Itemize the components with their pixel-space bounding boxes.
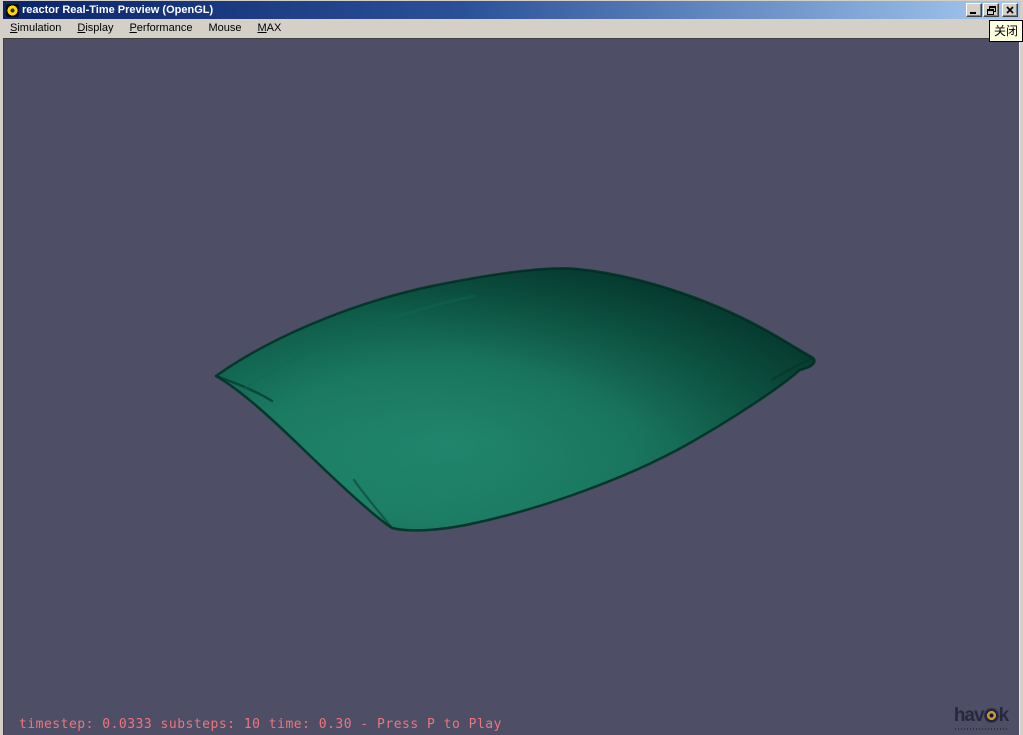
menu-mouse[interactable]: Mouse	[200, 20, 249, 37]
restore-button[interactable]	[983, 3, 999, 17]
simulation-status-text: timestep: 0.0333 substeps: 10 time: 0.30…	[19, 717, 502, 732]
menu-simulation[interactable]: Simulation	[5, 20, 69, 37]
reactor-icon[interactable]	[6, 4, 19, 17]
menu-max[interactable]: MAX	[249, 20, 289, 37]
havok-logo: havk	[949, 706, 1013, 725]
close-icon	[1006, 6, 1014, 14]
window-title: reactor Real-Time Preview (OpenGL)	[22, 4, 213, 17]
minimize-button[interactable]	[966, 3, 982, 17]
menu-performance[interactable]: Performance	[121, 20, 200, 37]
havok-tagline-dots	[955, 728, 1007, 730]
restore-icon	[987, 6, 996, 15]
menubar: Simulation Display Performance Mouse MAX	[3, 19, 1020, 38]
minimize-icon	[970, 7, 978, 14]
havok-gear-icon	[985, 709, 998, 722]
menu-display[interactable]: Display	[69, 20, 121, 37]
close-button[interactable]	[1002, 3, 1018, 17]
softbody-pillow-object	[4, 39, 1019, 735]
reactor-preview-window: reactor Real-Time Preview (OpenGL)	[0, 0, 1023, 735]
titlebar[interactable]: reactor Real-Time Preview (OpenGL)	[3, 1, 1020, 19]
window-controls	[966, 3, 1018, 17]
close-tooltip: 关闭	[989, 20, 1023, 42]
havok-watermark: havk	[949, 706, 1013, 730]
opengl-viewport[interactable]: timestep: 0.0333 substeps: 10 time: 0.30…	[3, 38, 1020, 735]
